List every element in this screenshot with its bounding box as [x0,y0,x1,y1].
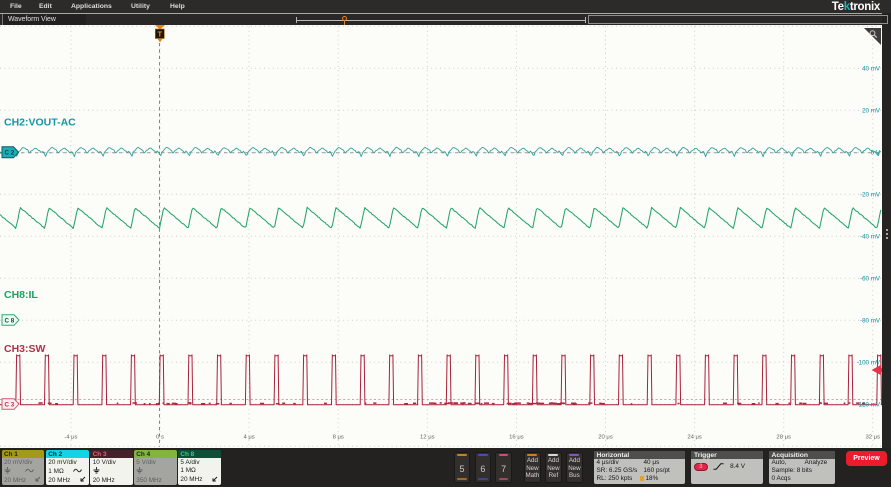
svg-text:-80 mV: -80 mV [860,318,881,325]
svg-text:C 8: C 8 [5,317,15,324]
svg-text:20 mV: 20 mV [862,108,881,115]
svg-text:8 μs: 8 μs [333,435,344,441]
svg-text:C 2: C 2 [5,150,15,157]
svg-text:0 V: 0 V [871,150,881,157]
svg-text:12 μs: 12 μs [420,435,435,441]
svg-text:-4 μs: -4 μs [64,435,77,441]
svg-text:-120 mV: -120 mV [857,402,881,409]
svg-text:0 s: 0 s [156,435,164,441]
svg-text:24 μs: 24 μs [687,435,702,441]
svg-text:CH3:SW: CH3:SW [4,343,46,355]
svg-text:-100 mV: -100 mV [857,360,881,367]
svg-text:28 μs: 28 μs [776,435,791,441]
svg-text:-20 mV: -20 mV [860,192,881,199]
svg-text:-60 mV: -60 mV [860,276,881,283]
svg-text:20 μs: 20 μs [598,435,613,441]
svg-text:16 μs: 16 μs [509,435,524,441]
svg-text:CH8:IL: CH8:IL [4,289,38,301]
svg-text:40 mV: 40 mV [862,66,881,73]
svg-text:-40 mV: -40 mV [860,234,881,241]
svg-text:CH2:VOUT-AC: CH2:VOUT-AC [4,117,76,129]
svg-text:C 3: C 3 [5,401,15,408]
svg-text:4 μs: 4 μs [243,435,254,441]
svg-text:32 μs: 32 μs [866,435,881,441]
svg-text:T: T [158,30,163,39]
